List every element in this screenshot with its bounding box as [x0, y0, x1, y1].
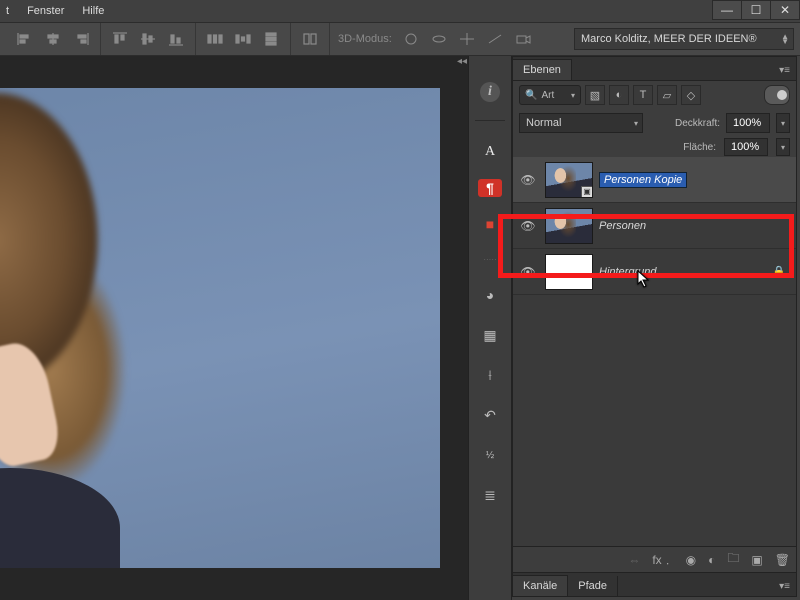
workspace-dropdown[interactable]: Marco Kolditz, MEER DER IDEEN® ▲▼ [574, 28, 794, 50]
maximize-button[interactable]: ☐ [741, 0, 771, 20]
panel-menu-icon[interactable]: ▾≡ [773, 61, 796, 80]
blend-mode-dropdown[interactable]: Normal ▾ [519, 113, 643, 133]
window-controls: — ☐ ✕ [713, 0, 800, 20]
layer-thumbnail[interactable]: ▣ [545, 162, 593, 198]
workspace-label: Marco Kolditz, MEER DER IDEEN® [581, 33, 757, 45]
3d-rotate-icon[interactable] [430, 31, 448, 47]
3d-slide-icon[interactable] [486, 31, 504, 47]
layer-name[interactable]: Personen [599, 220, 792, 232]
filter-type-label: Art [541, 90, 554, 101]
bottom-tab-row: Kanäle Pfade ▾≡ [513, 572, 796, 596]
filter-text-icon[interactable]: T [633, 85, 653, 105]
new-adjustment-icon[interactable]: ◐ [708, 553, 715, 567]
swatch-panel-icon[interactable]: ■ [477, 211, 503, 237]
layer-name-input[interactable]: Personen Kopie [599, 172, 687, 188]
new-group-icon[interactable]: 🗀 [727, 549, 739, 570]
add-mask-icon[interactable]: ◉ [686, 553, 696, 567]
blend-mode-value: Normal [526, 117, 561, 129]
actions-panel-icon[interactable]: ≣ [477, 482, 503, 508]
layer-row-hintergrund[interactable]: 👁 Hintergrund 🔒 [513, 249, 796, 295]
menu-item-prev[interactable]: t [6, 5, 9, 17]
layer-fx-icon[interactable]: fx﹒ [652, 551, 673, 568]
layer-list: 👁 ▣ Personen Kopie 👁 Personen 👁 Hintergr… [513, 157, 796, 546]
filter-adjust-icon[interactable]: ◐ [609, 85, 629, 105]
align-right-icon[interactable] [72, 31, 90, 47]
tab-pfade[interactable]: Pfade [568, 576, 618, 596]
align-left-icon[interactable] [16, 31, 34, 47]
align-center-h-icon[interactable] [44, 31, 62, 47]
styles-panel-icon[interactable]: ⟊ [477, 362, 503, 388]
filter-toggle[interactable] [764, 85, 790, 105]
color-panel-icon[interactable]: ◕ [477, 282, 503, 308]
info-panel-icon[interactable]: i [480, 82, 500, 102]
history-panel-icon[interactable]: ↶ [477, 402, 503, 428]
visibility-toggle[interactable]: 👁 [517, 265, 539, 279]
blend-opacity-row: Normal ▾ Deckkraft: 100% ▾ [513, 109, 796, 137]
visibility-toggle[interactable]: 👁 [517, 173, 539, 187]
search-icon: 🔍 [525, 90, 537, 101]
adjustments-panel-icon[interactable]: ½ [477, 442, 503, 468]
chevron-updown-icon: ▲▼ [781, 34, 789, 44]
lock-icon: 🔒 [772, 265, 786, 278]
new-layer-icon[interactable]: ▣ [751, 553, 762, 567]
opacity-input[interactable]: 100% [726, 113, 770, 133]
smart-object-badge-icon: ▣ [581, 186, 593, 198]
fill-stepper[interactable]: ▾ [776, 138, 790, 156]
close-button[interactable]: ✕ [770, 0, 800, 20]
filter-pixel-icon[interactable]: ▧ [585, 85, 605, 105]
visibility-toggle[interactable]: 👁 [517, 219, 539, 233]
gutter-separator: ····· [475, 255, 505, 264]
layer-thumbnail[interactable] [545, 254, 593, 290]
layer-filter-dropdown[interactable]: 🔍 Art ▾ [519, 85, 581, 105]
align-top-icon[interactable] [111, 31, 129, 47]
layer-filter-row: 🔍 Art ▾ ▧ ◐ T ▱ ◇ [513, 81, 796, 109]
distribute-h-icon[interactable] [206, 31, 224, 47]
fill-input[interactable]: 100% [724, 138, 768, 156]
3d-camera-icon[interactable] [514, 31, 532, 47]
fill-label: Fläche: [683, 142, 716, 153]
filter-shape-icon[interactable]: ▱ [657, 85, 677, 105]
filter-smart-icon[interactable]: ◇ [681, 85, 701, 105]
chevron-down-icon: ▾ [571, 91, 575, 100]
chevron-down-icon: ▾ [634, 119, 638, 128]
lock-fill-row: Fläche: 100% ▾ [513, 137, 796, 157]
layer-row-personen-kopie[interactable]: 👁 ▣ Personen Kopie [513, 157, 796, 203]
opacity-label: Deckkraft: [675, 118, 720, 129]
mode-3d-label: 3D-Modus: [338, 33, 392, 45]
swatches-panel-icon[interactable]: ▦ [477, 322, 503, 348]
opacity-stepper[interactable]: ▾ [776, 113, 790, 133]
align-bottom-icon[interactable] [167, 31, 185, 47]
link-layers-icon[interactable]: ⇔ [628, 553, 640, 567]
canvas[interactable] [0, 88, 440, 568]
align-center-v-icon[interactable] [139, 31, 157, 47]
document-area: ◂◂ [0, 56, 468, 600]
3d-pan-icon[interactable] [458, 31, 476, 47]
layer-thumbnail[interactable] [545, 208, 593, 244]
minimize-button[interactable]: — [712, 0, 742, 20]
delete-layer-icon[interactable]: 🗑 [775, 553, 790, 567]
tab-collapse-icon[interactable]: ◂◂ [456, 56, 468, 74]
distribute-center-icon[interactable] [234, 31, 252, 47]
distribute-v-icon[interactable] [262, 31, 280, 47]
menu-item-hilfe[interactable]: Hilfe [82, 5, 104, 17]
auto-align-icon[interactable] [301, 31, 319, 47]
tab-kanaele[interactable]: Kanäle [513, 575, 568, 596]
layer-row-personen[interactable]: 👁 Personen [513, 203, 796, 249]
options-bar: 3D-Modus: Marco Kolditz, MEER DER IDEEN®… [0, 22, 800, 56]
menu-item-fenster[interactable]: Fenster [27, 5, 64, 17]
layer-name[interactable]: Hintergrund [599, 266, 772, 278]
3d-orbit-icon[interactable] [402, 31, 420, 47]
paragraph-panel-icon[interactable]: ¶ [478, 179, 502, 197]
panel-tab-row: Ebenen ▾≡ [513, 57, 796, 81]
tab-ebenen[interactable]: Ebenen [513, 59, 572, 80]
collapsed-panels-dock: i A ¶ ■ ····· ◕ ▦ ⟊ ↶ ½ ≣ [468, 56, 512, 600]
panel-menu-icon[interactable]: ▾≡ [773, 577, 796, 596]
character-panel-icon[interactable]: A [477, 139, 503, 165]
menu-bar: t Fenster Hilfe [0, 0, 800, 22]
layers-panel-footer: ⇔ fx﹒ ◉ ◐ 🗀 ▣ 🗑 [513, 546, 796, 572]
layers-panel: Ebenen ▾≡ 🔍 Art ▾ ▧ ◐ T ▱ ◇ Normal ▾ Dec… [512, 56, 797, 597]
